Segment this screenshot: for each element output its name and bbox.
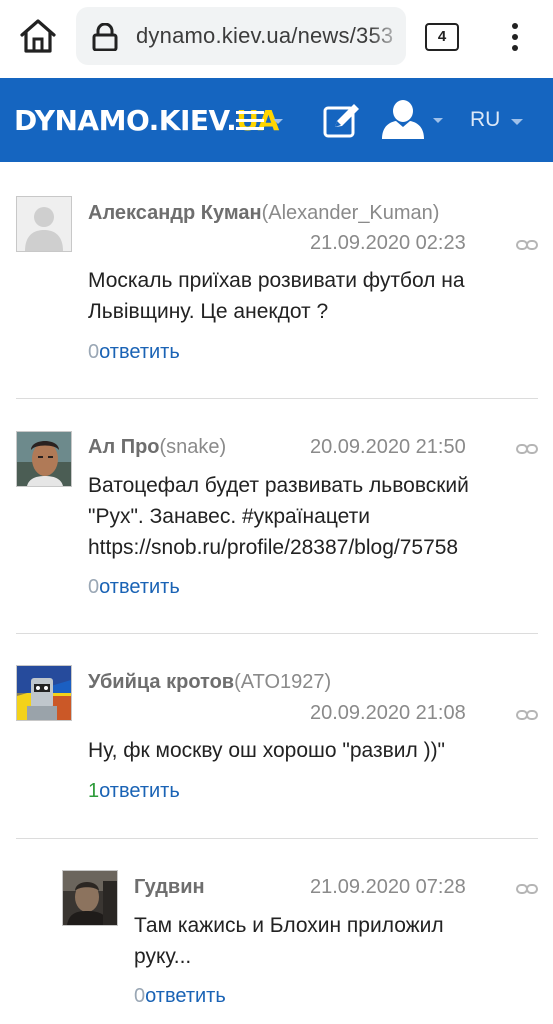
comment-date: 20.09.2020 21:08	[310, 702, 466, 724]
author-login: (ATO1927)	[234, 671, 332, 693]
author-name[interactable]: Александр Куман	[88, 202, 262, 224]
reply-link[interactable]: ответить	[99, 780, 180, 802]
author-name[interactable]: Гудвин	[134, 876, 205, 898]
permalink-icon[interactable]	[516, 708, 538, 720]
reply-row: 0ответить	[134, 985, 226, 1008]
comment-author: Гудвин	[134, 876, 205, 899]
more-vert-icon[interactable]	[505, 22, 525, 52]
reply-link[interactable]: ответить	[99, 341, 180, 363]
reply-row: 0ответить	[88, 576, 180, 599]
comment-date: 21.09.2020 02:23	[310, 232, 466, 254]
avatar[interactable]	[62, 870, 118, 926]
reply-link[interactable]: ответить	[99, 576, 180, 598]
comment-author: Убийца кротов(ATO1927)	[88, 671, 331, 694]
reply-count: 0	[88, 576, 100, 598]
user-icon[interactable]	[380, 100, 450, 140]
author-name[interactable]: Ал Про	[88, 436, 160, 458]
comment-date: 20.09.2020 21:50	[310, 436, 466, 458]
author-name[interactable]: Убийца кротов	[88, 671, 234, 693]
author-login: (Alexander_Kuman)	[261, 202, 440, 224]
comment-author: Ал Про(snake)	[88, 436, 226, 459]
avatar[interactable]	[16, 431, 72, 487]
permalink-icon[interactable]	[516, 238, 538, 250]
address-bar[interactable]: dynamo.kiev.ua/news/353	[76, 7, 406, 65]
edit-icon[interactable]	[322, 102, 362, 140]
divider	[16, 633, 538, 634]
home-icon[interactable]	[18, 18, 58, 54]
permalink-icon[interactable]	[516, 442, 538, 454]
language-selector[interactable]: RU	[470, 108, 530, 136]
divider	[16, 398, 538, 399]
reply-count: 0	[134, 985, 146, 1007]
author-login: (snake)	[159, 436, 227, 458]
comment-text: Ватоцефал будет развивать львовский "Рух…	[88, 474, 469, 559]
url-text: dynamo.kiev.ua/news/353	[136, 23, 394, 48]
reply-count: 1	[88, 780, 100, 802]
reply-row: 0ответить	[88, 341, 180, 364]
tab-switcher-button[interactable]: 4	[425, 23, 459, 51]
chevron-down-icon	[511, 119, 523, 125]
reply-count: 0	[88, 341, 100, 363]
divider	[16, 838, 538, 839]
reply-link[interactable]: ответить	[145, 985, 226, 1007]
comment-text: Москаль приїхав розвивати футбол на Льві…	[88, 269, 465, 323]
permalink-icon[interactable]	[516, 882, 538, 894]
avatar[interactable]	[16, 196, 72, 252]
comment-date: 21.09.2020 07:28	[310, 876, 466, 898]
avatar[interactable]	[16, 665, 72, 721]
reply-row: 1ответить	[88, 780, 180, 803]
comment-text: Там кажись и Блохин приложил руку...	[134, 914, 444, 968]
site-header: DYNAMO.KIEV.UA RU	[0, 78, 553, 162]
browser-toolbar: dynamo.kiev.ua/news/353 4	[0, 0, 553, 78]
comment-text: Ну, фк москву ош хорошо "развил ))"	[88, 739, 446, 762]
menu-icon[interactable]	[236, 108, 288, 134]
lock-icon	[92, 22, 118, 52]
comment-author: Александр Куман(Alexander_Kuman)	[88, 202, 439, 225]
